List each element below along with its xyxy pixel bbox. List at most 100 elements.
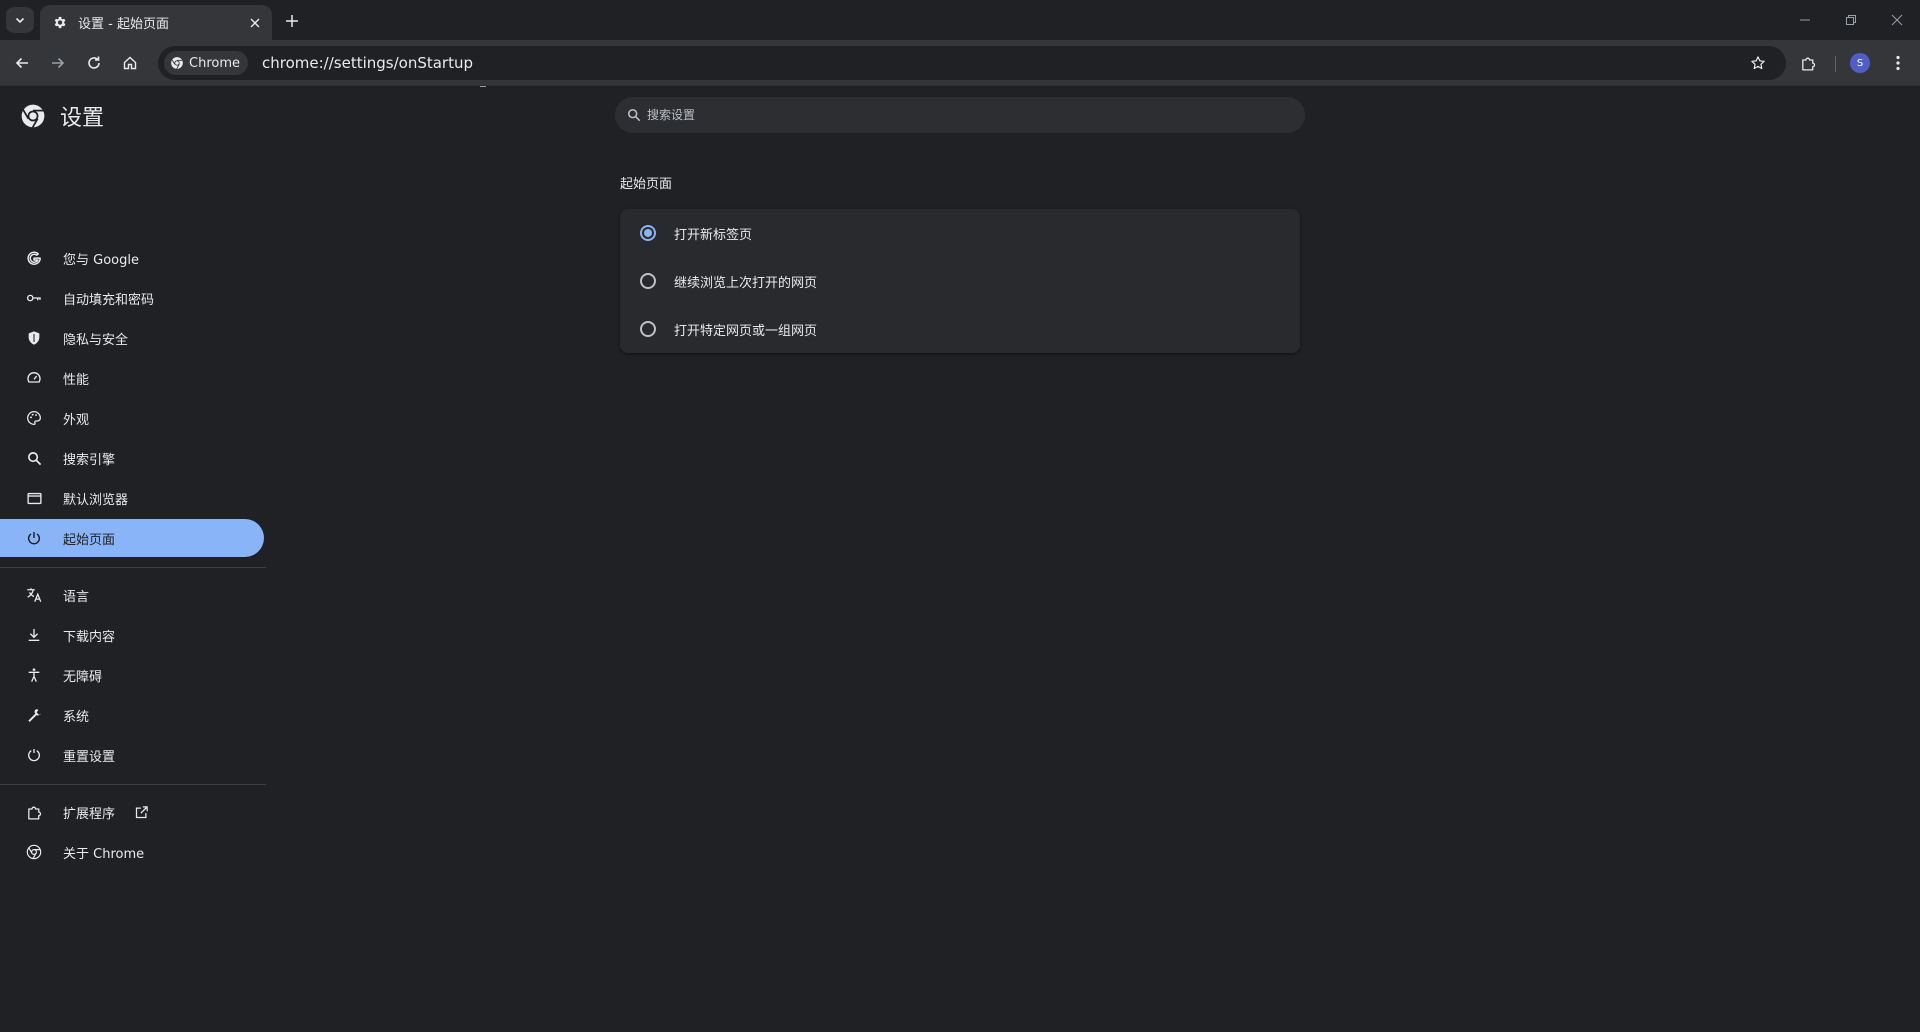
new-tab-button[interactable] bbox=[280, 9, 304, 33]
speedometer-icon bbox=[24, 368, 44, 388]
tab-close-button[interactable] bbox=[246, 14, 264, 32]
site-info-chip[interactable]: Chrome bbox=[164, 51, 248, 75]
settings-search-box[interactable] bbox=[615, 97, 1305, 133]
startup-option-specific-pages[interactable]: 打开特定网页或一组网页 bbox=[620, 305, 1300, 353]
sidebar-item-label: 默认浏览器 bbox=[63, 492, 129, 508]
sidebar-divider bbox=[0, 784, 266, 785]
site-chip-label: Chrome bbox=[189, 55, 240, 71]
sidebar-item-label: 扩展程序 bbox=[63, 806, 116, 822]
translate-icon bbox=[24, 585, 44, 605]
tab-title: 设置 - 起始页面 bbox=[78, 17, 169, 32]
bookmark-star-button[interactable] bbox=[1742, 47, 1774, 79]
settings-page: 设置 您与 Google 自动填充和密码 隐私与安全 性能 外观 搜索引擎 bbox=[0, 87, 1920, 1032]
sidebar-item-default-browser[interactable]: 默认浏览器 bbox=[0, 479, 264, 517]
radio-label: 打开特定网页或一组网页 bbox=[674, 323, 818, 339]
sidebar-item-label: 外观 bbox=[63, 412, 90, 428]
sidebar-item-about-chrome[interactable]: 关于 Chrome bbox=[0, 833, 264, 871]
sidebar-item-downloads[interactable]: 下载内容 bbox=[0, 616, 264, 654]
tab-settings[interactable]: 设置 - 起始页面 bbox=[40, 5, 272, 40]
minimize-icon bbox=[1800, 19, 1810, 21]
sidebar-item-accessibility[interactable]: 无障碍 bbox=[0, 656, 264, 694]
sidebar-item-label: 隐私与安全 bbox=[63, 332, 129, 348]
sidebar-item-languages[interactable]: 语言 bbox=[0, 576, 264, 614]
sidebar-item-reset[interactable]: 重置设置 bbox=[0, 736, 264, 774]
tab-search-button[interactable] bbox=[6, 7, 34, 33]
accessibility-icon bbox=[24, 665, 44, 685]
section-title: 起始页面 bbox=[620, 177, 673, 192]
sidebar-item-label: 您与 Google bbox=[63, 252, 139, 268]
radio-button[interactable] bbox=[640, 273, 656, 289]
sidebar-item-extensions[interactable]: 扩展程序 bbox=[0, 793, 264, 831]
settings-header: 设置 bbox=[20, 101, 104, 131]
sidebar-item-privacy[interactable]: 隐私与安全 bbox=[0, 319, 264, 357]
startup-option-continue[interactable]: 继续浏览上次打开的网页 bbox=[620, 257, 1300, 305]
home-button[interactable] bbox=[114, 47, 146, 79]
radio-label: 打开新标签页 bbox=[674, 227, 753, 243]
sidebar-item-label: 语言 bbox=[63, 589, 90, 605]
sidebar-item-label: 重置设置 bbox=[63, 749, 116, 765]
palette-icon bbox=[24, 408, 44, 428]
sidebar-item-label: 系统 bbox=[63, 709, 90, 725]
settings-search-input[interactable] bbox=[647, 108, 1247, 122]
back-button[interactable] bbox=[6, 47, 38, 79]
sidebar-item-label: 下载内容 bbox=[63, 629, 116, 645]
browser-window-icon bbox=[24, 488, 44, 508]
tab-strip: 设置 - 起始页面 bbox=[0, 0, 1920, 40]
reload-icon bbox=[88, 56, 100, 69]
sidebar-divider bbox=[0, 567, 266, 568]
chrome-logo-icon bbox=[171, 57, 183, 70]
search-icon bbox=[627, 108, 641, 122]
power-icon bbox=[24, 528, 44, 548]
extensions-button[interactable] bbox=[1792, 47, 1824, 79]
sidebar-item-on-startup[interactable]: 起始页面 bbox=[0, 519, 264, 557]
close-window-button[interactable] bbox=[1874, 4, 1920, 36]
chevron-down-icon bbox=[15, 17, 25, 24]
sidebar-item-search-engine[interactable]: 搜索引擎 bbox=[0, 439, 264, 477]
key-icon bbox=[24, 288, 44, 308]
address-bar[interactable]: Chrome chrome://settings/onStartup bbox=[158, 46, 1786, 80]
arrow-left-icon bbox=[15, 57, 28, 69]
sidebar-item-performance[interactable]: 性能 bbox=[0, 359, 264, 397]
browser-toolbar: Chrome chrome://settings/onStartup S bbox=[0, 40, 1920, 104]
startup-option-new-tab[interactable]: 打开新标签页 bbox=[620, 209, 1300, 257]
sidebar-item-label: 搜索引擎 bbox=[63, 452, 116, 468]
sidebar-item-label: 起始页面 bbox=[63, 532, 116, 548]
sidebar-item-label: 自动填充和密码 bbox=[63, 292, 155, 308]
plus-icon bbox=[286, 15, 298, 27]
chrome-menu-button[interactable] bbox=[1882, 47, 1914, 79]
radio-label: 继续浏览上次打开的网页 bbox=[674, 275, 818, 291]
restore-icon bbox=[1846, 15, 1856, 25]
puzzle-icon bbox=[1801, 57, 1815, 71]
sidebar-item-system[interactable]: 系统 bbox=[0, 696, 264, 734]
more-vert-icon bbox=[1896, 55, 1900, 71]
radio-selected-dot bbox=[644, 229, 652, 237]
sidebar-item-label: 性能 bbox=[63, 372, 90, 388]
chrome-logo-icon bbox=[24, 842, 44, 862]
star-icon bbox=[1751, 56, 1765, 70]
startup-options-card: 打开新标签页 继续浏览上次打开的网页 打开特定网页或一组网页 bbox=[620, 209, 1300, 353]
sidebar-item-appearance[interactable]: 外观 bbox=[0, 399, 264, 437]
minimize-button[interactable] bbox=[1782, 4, 1828, 36]
url-text[interactable]: chrome://settings/onStartup bbox=[262, 54, 473, 72]
gear-icon bbox=[50, 14, 68, 32]
sidebar-item-autofill[interactable]: 自动填充和密码 bbox=[0, 279, 264, 317]
reload-button[interactable] bbox=[78, 47, 110, 79]
close-icon bbox=[250, 18, 260, 27]
home-icon bbox=[123, 56, 137, 70]
profile-avatar[interactable]: S bbox=[1850, 53, 1870, 73]
radio-button[interactable] bbox=[640, 321, 656, 337]
download-icon bbox=[24, 625, 44, 645]
open-in-new-icon bbox=[133, 804, 149, 820]
sidebar-item-you-and-google[interactable]: 您与 Google bbox=[0, 239, 264, 277]
arrow-right-icon bbox=[52, 57, 65, 69]
puzzle-icon bbox=[24, 802, 44, 822]
wrench-icon bbox=[24, 705, 44, 725]
sidebar-item-label: 无障碍 bbox=[63, 669, 103, 685]
google-g-icon bbox=[24, 248, 44, 268]
radio-button[interactable] bbox=[640, 225, 656, 241]
close-icon bbox=[1891, 14, 1903, 26]
restore-button[interactable] bbox=[1828, 4, 1874, 36]
reset-icon bbox=[24, 745, 44, 765]
forward-button[interactable] bbox=[42, 47, 74, 79]
chrome-logo-icon bbox=[21, 104, 45, 129]
